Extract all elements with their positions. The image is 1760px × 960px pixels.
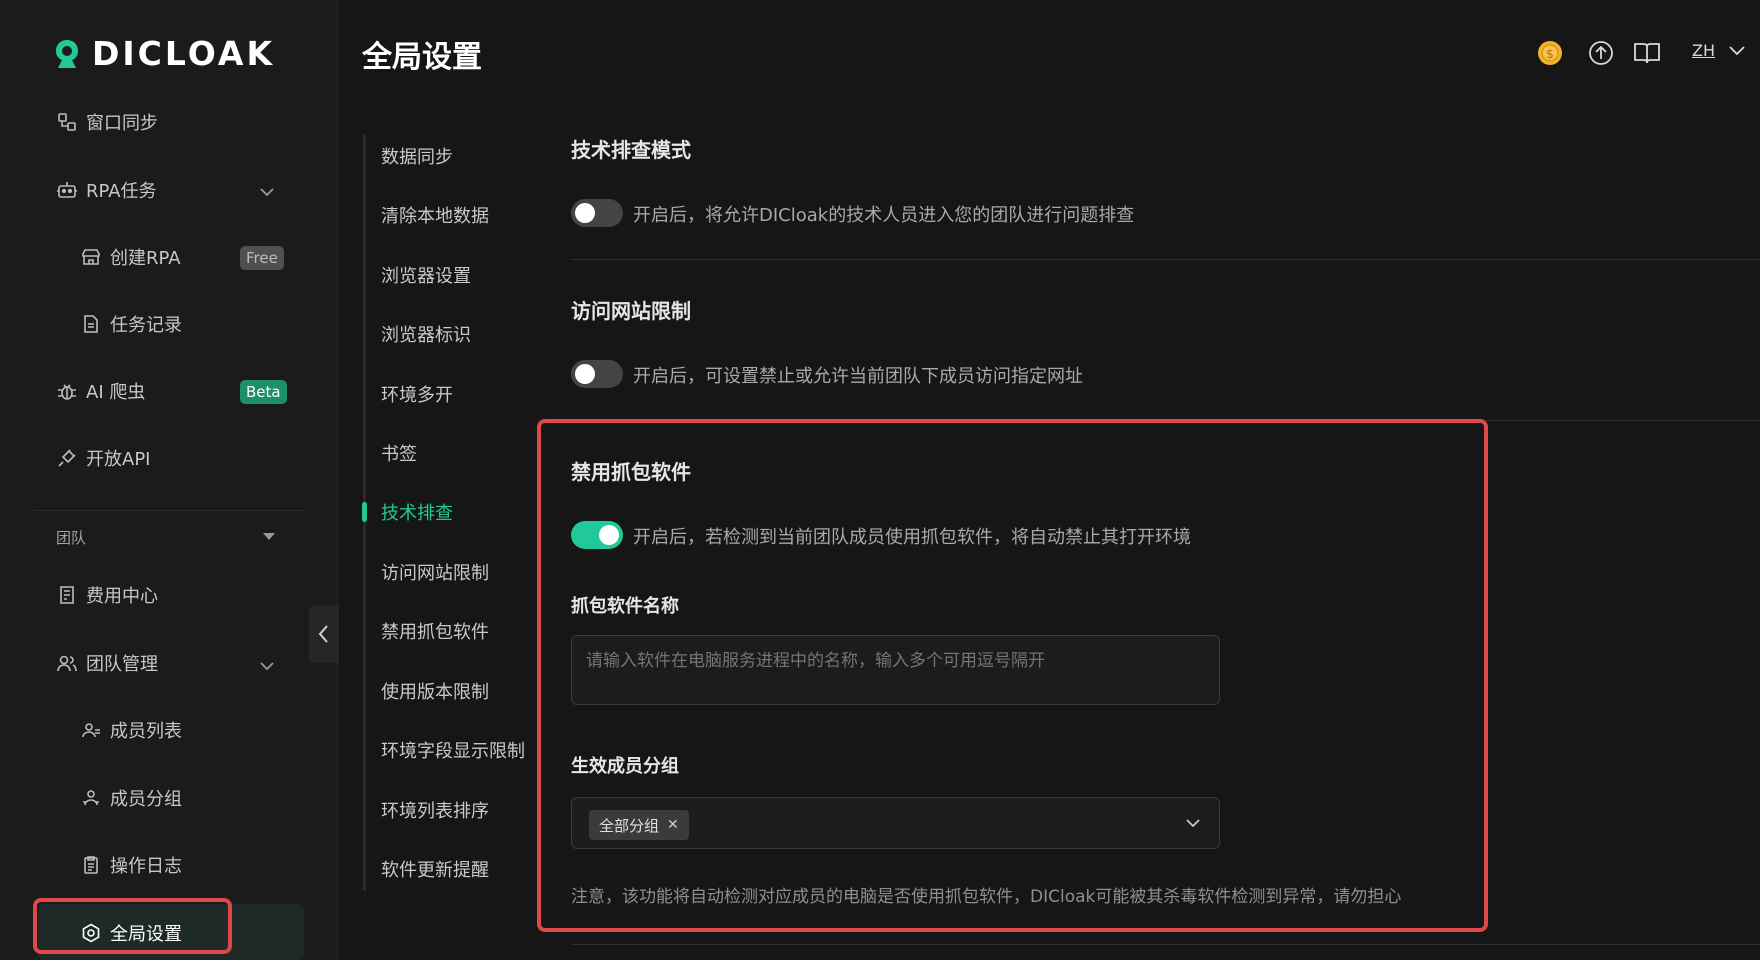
settings-nav-browser-settings[interactable]: 浏览器设置 xyxy=(381,262,471,288)
settings-nav-multi-env[interactable]: 环境多开 xyxy=(381,381,453,407)
sidebar-item-ai-crawler[interactable]: AI 爬虫 xyxy=(56,376,145,406)
tech-debug-title: 技术排查模式 xyxy=(571,138,691,162)
site-limit-title: 访问网站限制 xyxy=(571,299,691,323)
settings-nav-active-indicator xyxy=(362,502,367,522)
settings-nav-version-limit[interactable]: 使用版本限制 xyxy=(381,678,489,704)
plug-icon xyxy=(56,447,78,469)
svg-text:$: $ xyxy=(1546,47,1554,61)
sidebar-item-member-groups[interactable]: 成员分组 xyxy=(80,783,182,813)
bug-icon xyxy=(56,380,78,402)
logo[interactable]: DICLOAK xyxy=(50,34,275,73)
settings-nav-update-reminder[interactable]: 软件更新提醒 xyxy=(381,856,489,882)
window-sync-icon xyxy=(56,111,78,133)
site-limit-description: 开启后，可设置禁止或允许当前团队下成员访问指定网址 xyxy=(633,366,1083,387)
highlight-outline xyxy=(33,898,232,954)
sidebar-item-label: 任务记录 xyxy=(110,315,182,336)
sidebar-item-label: 成员列表 xyxy=(110,721,182,742)
sidebar-item-label: RPA任务 xyxy=(86,181,157,202)
coin-icon[interactable]: $ xyxy=(1535,38,1565,68)
language-selector[interactable]: ZH xyxy=(1692,40,1747,60)
member-icon xyxy=(80,719,102,741)
site-limit-toggle[interactable] xyxy=(571,360,623,388)
team-section-label: 团队 xyxy=(56,529,87,547)
sidebar-item-label: AI 爬虫 xyxy=(86,382,146,403)
sidebar: DICLOAK 窗口同步 RPA任务 创建RPA Free 任务记录 AI 爬虫… xyxy=(0,0,338,960)
free-badge: Free xyxy=(240,246,284,270)
robot-icon xyxy=(56,179,78,201)
clipboard-icon xyxy=(80,854,102,876)
section-divider xyxy=(571,259,1760,260)
sidebar-item-label: 开放API xyxy=(86,449,151,470)
settings-nav-clear-local-data[interactable]: 清除本地数据 xyxy=(381,202,489,228)
sidebar-collapse-button[interactable] xyxy=(309,605,339,663)
upload-icon[interactable] xyxy=(1586,38,1616,68)
sidebar-item-label: 费用中心 xyxy=(86,586,158,607)
sidebar-item-rpa[interactable]: RPA任务 xyxy=(56,175,157,205)
settings-nav-browser-id[interactable]: 浏览器标识 xyxy=(381,321,471,347)
group-icon xyxy=(80,787,102,809)
sidebar-item-label: 操作日志 xyxy=(110,856,182,877)
logo-text: DICLOAK xyxy=(92,34,276,73)
highlight-outline xyxy=(537,419,1488,932)
sidebar-item-label: 创建RPA xyxy=(110,248,181,269)
beta-badge: Beta xyxy=(240,380,287,404)
sidebar-item-open-api[interactable]: 开放API xyxy=(56,443,150,473)
sidebar-item-create-rpa[interactable]: 创建RPA xyxy=(80,242,181,272)
sidebar-item-label: 团队管理 xyxy=(86,654,158,675)
billing-icon xyxy=(56,584,78,606)
sidebar-item-label: 成员分组 xyxy=(110,789,182,810)
chevron-down-icon[interactable] xyxy=(257,656,277,676)
chevron-left-icon xyxy=(318,625,328,643)
settings-nav-bookmarks[interactable]: 书签 xyxy=(381,440,417,466)
page-title: 全局设置 xyxy=(362,40,482,75)
settings-nav-packet-capture[interactable]: 禁用抓包软件 xyxy=(381,618,489,644)
chevron-down-icon xyxy=(1729,46,1745,56)
caret-down-icon[interactable] xyxy=(263,533,275,540)
team-icon xyxy=(56,652,78,674)
settings-nav-field-display-limit[interactable]: 环境字段显示限制 xyxy=(381,737,525,763)
store-icon xyxy=(80,246,102,268)
sidebar-item-task-records[interactable]: 任务记录 xyxy=(80,309,182,339)
section-divider xyxy=(571,944,1760,945)
sidebar-item-team-management[interactable]: 团队管理 xyxy=(56,648,158,678)
tech-debug-description: 开启后，将允许DICloak的技术人员进入您的团队进行问题排查 xyxy=(633,205,1135,226)
settings-nav-site-limit[interactable]: 访问网站限制 xyxy=(381,559,489,585)
settings-nav-list-sort[interactable]: 环境列表排序 xyxy=(381,797,489,823)
sidebar-item-window-sync[interactable]: 窗口同步 xyxy=(56,107,158,137)
sidebar-item-label: 窗口同步 xyxy=(86,113,158,134)
language-label: ZH xyxy=(1692,40,1715,60)
sidebar-item-operation-log[interactable]: 操作日志 xyxy=(80,850,182,880)
sidebar-item-member-list[interactable]: 成员列表 xyxy=(80,715,182,745)
sidebar-divider xyxy=(34,510,304,511)
dicloak-logo-icon xyxy=(56,39,78,68)
sidebar-item-billing[interactable]: 费用中心 xyxy=(56,580,158,610)
tech-debug-toggle[interactable] xyxy=(571,199,623,227)
settings-nav-data-sync[interactable]: 数据同步 xyxy=(381,143,453,169)
settings-nav-tech-debug[interactable]: 技术排查 xyxy=(381,499,453,525)
document-icon xyxy=(80,313,102,335)
chevron-down-icon[interactable] xyxy=(257,182,277,202)
book-icon[interactable] xyxy=(1632,38,1662,68)
